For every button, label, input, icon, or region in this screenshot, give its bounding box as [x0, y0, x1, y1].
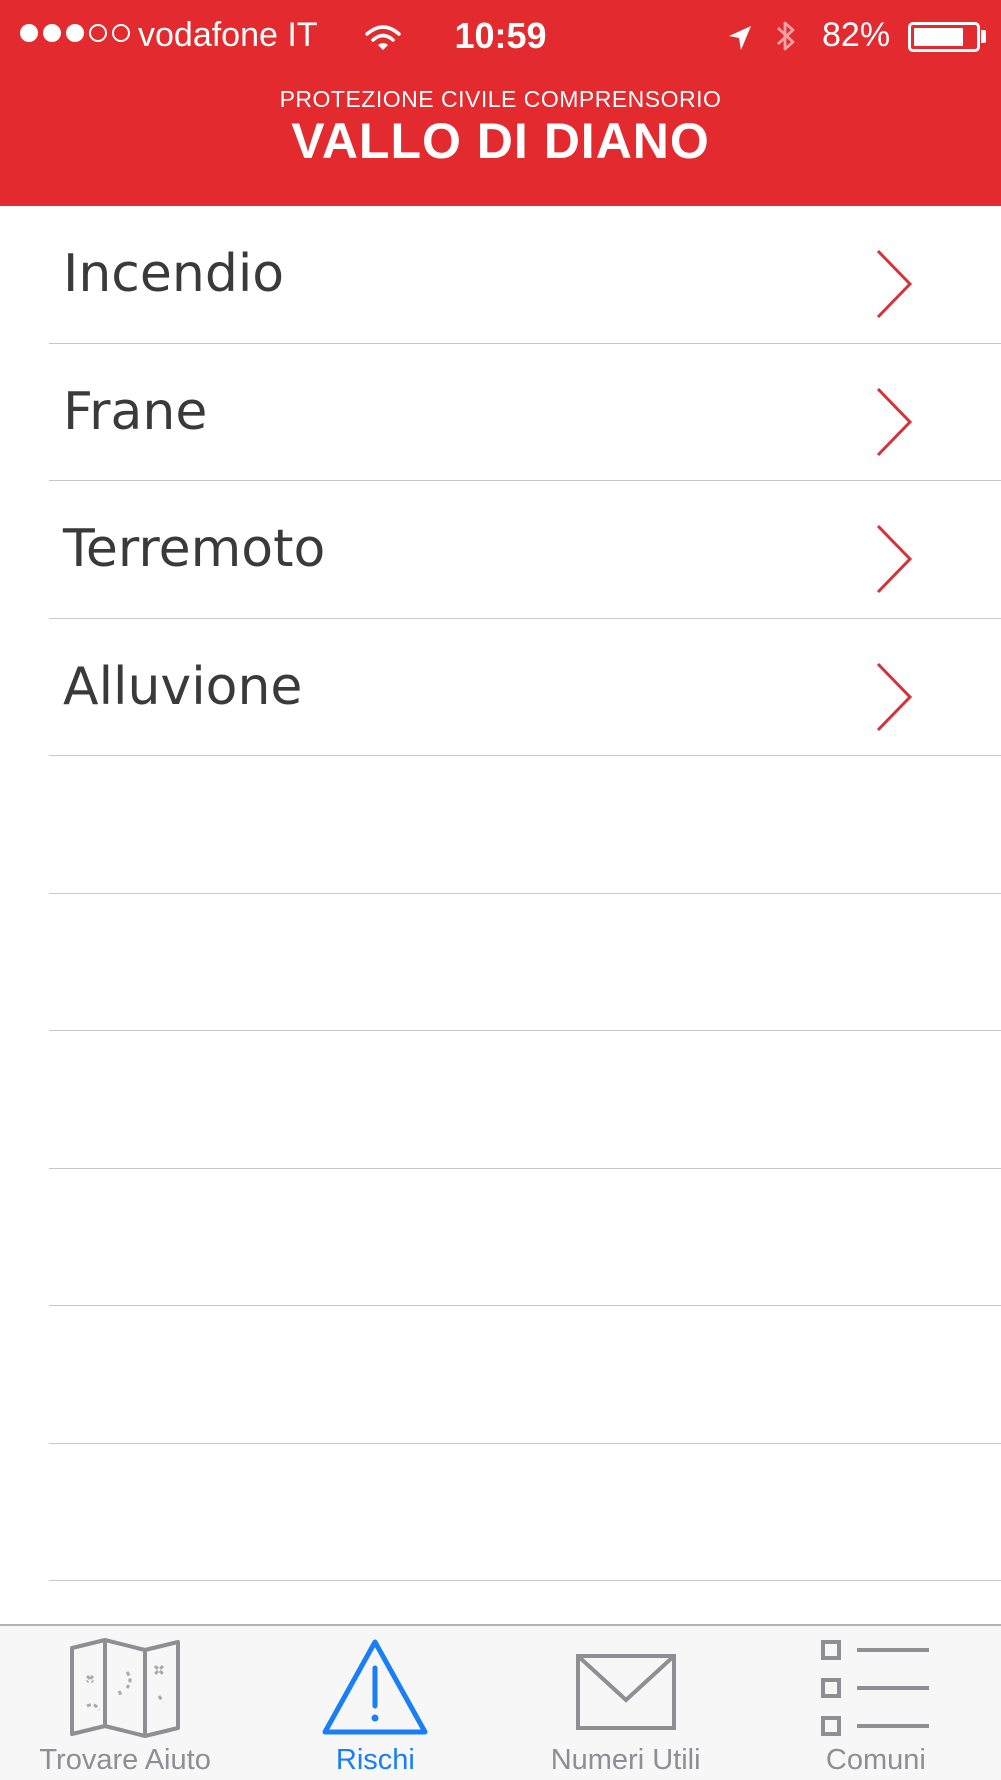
list-item-incendio[interactable]: Incendio: [49, 206, 1001, 344]
envelope-icon: [501, 1636, 751, 1738]
list-item-frane[interactable]: Frane: [49, 344, 1001, 481]
tab-label: Trovare Aiuto: [39, 1744, 211, 1776]
empty-row: [49, 894, 1001, 1031]
app-header: vodafone IT 10:59 82% PROTEZIONE CIVILE …: [0, 0, 1001, 206]
chevron-right-icon: [875, 523, 913, 599]
battery-level: [914, 28, 964, 46]
tab-rischi[interactable]: Rischi: [250, 1626, 500, 1780]
empty-row: [49, 1031, 1001, 1169]
header-title: VALLO DI DIANO: [291, 113, 710, 169]
list-item-label: Incendio: [63, 244, 285, 304]
battery-tip: [981, 30, 986, 43]
battery-percent: 82%: [822, 16, 891, 54]
empty-row: [49, 1169, 1001, 1306]
list-item-alluvione[interactable]: Alluvione: [49, 619, 1001, 756]
header-subtitle: PROTEZIONE CIVILE COMPRENSORIO: [279, 86, 722, 112]
list-item-terremoto[interactable]: Terremoto: [49, 481, 1001, 619]
status-bar: vodafone IT 10:59 82%: [0, 0, 1001, 72]
tab-label: Comuni: [825, 1744, 926, 1776]
tab-bar: Trovare Aiuto Rischi Numeri Utili Comuni: [0, 1624, 1001, 1780]
list-item-label: Frane: [63, 381, 208, 442]
warning-icon: [250, 1636, 500, 1738]
empty-row: [49, 756, 1001, 894]
tab-numeri-utili[interactable]: Numeri Utili: [501, 1626, 751, 1780]
empty-row: [49, 1306, 1001, 1444]
tab-comuni[interactable]: Comuni: [751, 1626, 1001, 1780]
tab-label: Numeri Utili: [550, 1744, 701, 1776]
tab-label: Rischi: [335, 1744, 415, 1776]
chevron-right-icon: [875, 386, 913, 462]
list-icon: [751, 1636, 1001, 1740]
location-arrow-icon: [727, 22, 753, 61]
list-item-label: Alluvione: [63, 656, 303, 717]
bluetooth-icon: [775, 18, 797, 63]
list-item-label: Terremoto: [63, 519, 326, 579]
risks-list: Incendio Frane Terremoto Alluvione: [0, 206, 1001, 1581]
map-icon: [0, 1636, 250, 1740]
tab-trovare-aiuto[interactable]: Trovare Aiuto: [0, 1626, 250, 1780]
chevron-right-icon: [875, 248, 913, 324]
battery-icon: [908, 22, 980, 52]
empty-row: [49, 1444, 1001, 1581]
chevron-right-icon: [875, 661, 913, 737]
